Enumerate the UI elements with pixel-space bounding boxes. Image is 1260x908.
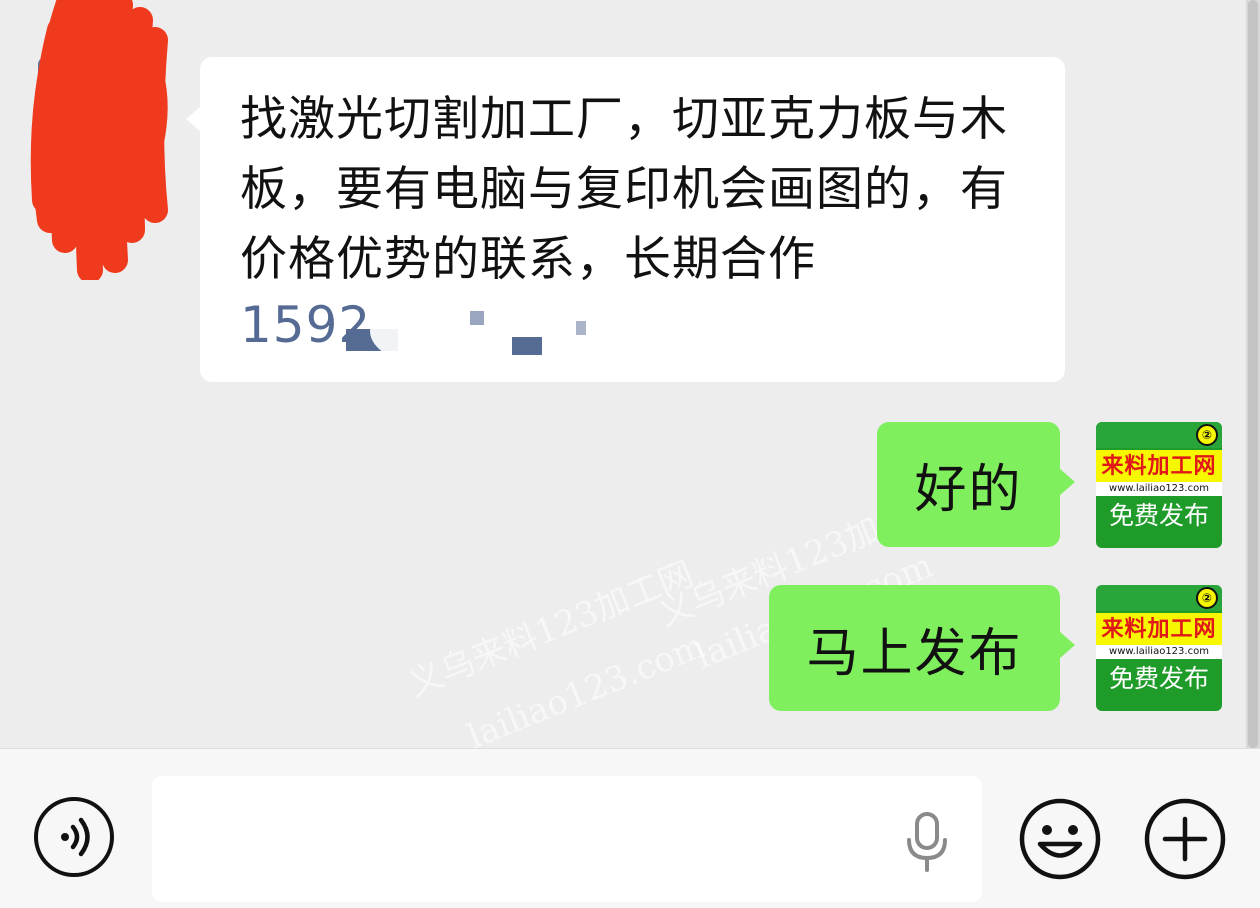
scrollbar-thumb[interactable]: [1248, 0, 1258, 748]
incoming-message-text: 找激光切割加工厂，切亚克力板与木板，要有电脑与复印机会画图的，有价格优势的联系，…: [240, 92, 1008, 287]
phone-redaction: [346, 297, 600, 367]
logo-subtitle: 免费发布: [1108, 664, 1209, 693]
own-avatar[interactable]: ② 来料加工网 www.lailiao123.com 免费发布: [1096, 585, 1222, 711]
bubble-tail: [186, 105, 202, 133]
own-avatar[interactable]: ② 来料加工网 www.lailiao123.com 免费发布: [1096, 422, 1222, 548]
logo-badge: ②: [1196, 424, 1218, 446]
plus-icon[interactable]: [1143, 797, 1227, 881]
voice-icon[interactable]: [34, 797, 114, 877]
microphone-icon[interactable]: [902, 812, 952, 872]
outgoing-message-text: 好的: [914, 460, 1023, 520]
scrollbar[interactable]: [1246, 0, 1260, 748]
logo-url: www.lailiao123.com: [1096, 645, 1222, 659]
outgoing-message-bubble[interactable]: 好的: [877, 422, 1075, 547]
chat-area[interactable]: 找激光切割加工厂，切亚克力板与木板，要有电脑与复印机会画图的，有价格优势的联系，…: [0, 0, 1260, 748]
message-input[interactable]: [152, 776, 982, 902]
input-bar: [0, 748, 1260, 908]
logo-subtitle: 免费发布: [1108, 501, 1209, 530]
emoji-icon[interactable]: [1018, 797, 1102, 881]
redaction-scribble: [30, 0, 168, 280]
logo-badge: ②: [1196, 587, 1218, 609]
voice-icon-glyph: [61, 817, 90, 857]
logo-title: 来料加工网: [1101, 454, 1217, 479]
logo-url: www.lailiao123.com: [1096, 482, 1222, 496]
bubble-tail: [1059, 468, 1075, 496]
logo-title: 来料加工网: [1101, 617, 1217, 642]
outgoing-message-bubble[interactable]: 马上发布: [769, 585, 1075, 711]
outgoing-message-text: 马上发布: [806, 623, 1023, 684]
incoming-message-bubble[interactable]: 找激光切割加工厂，切亚克力板与木板，要有电脑与复印机会画图的，有价格优势的联系，…: [186, 57, 1065, 382]
bubble-tail: [1059, 631, 1075, 659]
